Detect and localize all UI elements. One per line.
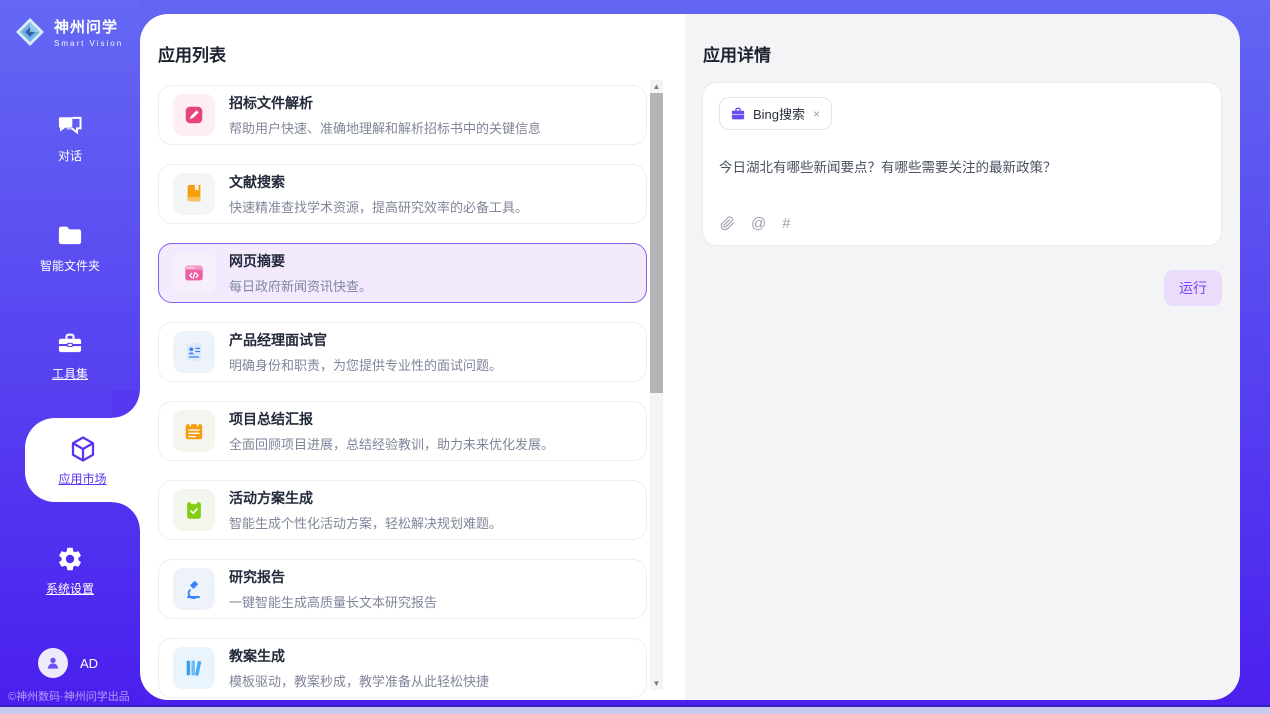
toolbox-icon xyxy=(56,330,84,358)
paperclip-icon[interactable] xyxy=(720,216,735,231)
card-desc: 每日政府新闻资讯快查。 xyxy=(229,276,372,295)
card-desc: 全面回顾项目进展，总结经验教训，助力未来优化发展。 xyxy=(229,434,554,453)
attachment-toolbar: @ # xyxy=(720,215,791,232)
avatar xyxy=(38,648,68,678)
card-desc: 帮助用户快速、准确地理解和解析招标书中的关键信息 xyxy=(229,118,541,137)
user-account[interactable]: AD xyxy=(38,648,98,678)
browser-code-icon xyxy=(173,252,215,294)
app-card-project-summary[interactable]: 项目总结汇报 全面回顾项目进展，总结经验教训，助力未来优化发展。 xyxy=(158,401,647,461)
sidebar-item-settings[interactable]: 系统设置 xyxy=(0,545,140,597)
app-tagline: Smart Vision xyxy=(54,39,123,48)
app-detail-title: 应用详情 xyxy=(685,14,1240,66)
pen-square-icon xyxy=(173,94,215,136)
at-mention-icon[interactable]: @ xyxy=(751,215,766,232)
app-card-pm-interviewer[interactable]: 产品经理面试官 明确身份和职责，为您提供专业性的面试问题。 xyxy=(158,322,647,382)
app-card-list: 招标文件解析 帮助用户快速、准确地理解和解析招标书中的关键信息 文献搜索 快速精… xyxy=(158,85,647,700)
card-title: 文献搜索 xyxy=(229,172,528,192)
card-title: 产品经理面试官 xyxy=(229,330,502,350)
app-card-web-summary[interactable]: 网页摘要 每日政府新闻资讯快查。 xyxy=(158,243,647,303)
bottom-bar xyxy=(0,707,1270,714)
sidebar: 神州问学 Smart Vision 对话 智能文件夹 xyxy=(0,0,140,714)
user-name: AD xyxy=(80,656,98,671)
card-title: 招标文件解析 xyxy=(229,93,541,113)
app-name: 神州问学 xyxy=(54,16,123,37)
app-card-research-report[interactable]: 研究报告 一键智能生成高质量长文本研究报告 xyxy=(158,559,647,619)
sidebar-item-label: 应用市场 xyxy=(58,470,106,487)
gear-icon xyxy=(56,545,84,573)
sidebar-item-toolset[interactable]: 工具集 xyxy=(0,330,140,382)
book-icon xyxy=(173,173,215,215)
app-card-bid-parse[interactable]: 招标文件解析 帮助用户快速、准确地理解和解析招标书中的关键信息 xyxy=(158,85,647,145)
sidebar-item-label: 对话 xyxy=(58,147,82,164)
briefcase-icon xyxy=(730,106,746,122)
card-desc: 模板驱动，教案秒成，教学准备从此轻松快捷 xyxy=(229,671,489,690)
card-desc: 智能生成个性化活动方案，轻松解决规划难题。 xyxy=(229,513,502,532)
hash-topic-icon[interactable]: # xyxy=(782,215,790,232)
tool-tag-label: Bing搜索 xyxy=(753,104,805,123)
prompt-input-card[interactable]: Bing搜索 × 今日湖北有哪些新闻要点？有哪些需要关注的最新政策？ @ # xyxy=(702,82,1222,246)
card-desc: 明确身份和职责，为您提供专业性的面试问题。 xyxy=(229,355,502,374)
app-logo: 神州问学 Smart Vision xyxy=(0,0,140,48)
sidebar-item-app-market[interactable]: 应用市场 xyxy=(25,418,140,502)
card-title: 项目总结汇报 xyxy=(229,409,554,429)
copyright-text: ©神州数码·神州问学出品 xyxy=(8,688,130,704)
sidebar-item-label: 工具集 xyxy=(52,365,88,382)
folder-icon xyxy=(56,222,84,250)
app-list-title: 应用列表 xyxy=(140,14,685,66)
tool-tag-bing-search[interactable]: Bing搜索 × xyxy=(719,97,832,130)
microscope-icon xyxy=(173,568,215,610)
main-container: 应用列表 招标文件解析 帮助用户快速、准确地理解和解析招标书中的关键信息 xyxy=(140,14,1240,700)
app-list-panel: 应用列表 招标文件解析 帮助用户快速、准确地理解和解析招标书中的关键信息 xyxy=(140,14,685,700)
card-title: 研究报告 xyxy=(229,567,437,587)
clipboard-check-icon xyxy=(173,489,215,531)
cube-icon xyxy=(68,434,98,464)
card-title: 活动方案生成 xyxy=(229,488,502,508)
resume-icon xyxy=(173,331,215,373)
logo-diamond-icon xyxy=(14,16,46,48)
list-scrollbar[interactable]: ▲ ▼ xyxy=(650,80,663,690)
sidebar-item-chat[interactable]: 对话 xyxy=(0,112,140,164)
app-card-event-plan[interactable]: 活动方案生成 智能生成个性化活动方案，轻松解决规划难题。 xyxy=(158,480,647,540)
scrollbar-down-arrow-icon[interactable]: ▼ xyxy=(650,677,663,690)
run-button[interactable]: 运行 xyxy=(1164,270,1222,306)
books-icon xyxy=(173,647,215,689)
sidebar-item-label: 系统设置 xyxy=(46,580,94,597)
card-title: 网页摘要 xyxy=(229,251,372,271)
sidebar-item-smart-folder[interactable]: 智能文件夹 xyxy=(0,222,140,274)
chat-icon xyxy=(56,112,84,140)
app-detail-panel: 应用详情 Bing搜索 × 今日湖北有哪些新闻要点？有哪些需要关注的最新政策？ xyxy=(685,14,1240,700)
sidebar-item-label: 智能文件夹 xyxy=(40,257,100,274)
card-desc: 快速精准查找学术资源，提高研究效率的必备工具。 xyxy=(229,197,528,216)
scrollbar-thumb[interactable] xyxy=(650,93,663,393)
app-card-lesson-plan[interactable]: 教案生成 模板驱动，教案秒成，教学准备从此轻松快捷 xyxy=(158,638,647,698)
card-desc: 一键智能生成高质量长文本研究报告 xyxy=(229,592,437,611)
card-title: 教案生成 xyxy=(229,646,489,666)
scrollbar-up-arrow-icon[interactable]: ▲ xyxy=(650,80,663,93)
prompt-text[interactable]: 今日湖北有哪些新闻要点？有哪些需要关注的最新政策？ xyxy=(719,156,1205,176)
tool-tag-remove-icon[interactable]: × xyxy=(812,107,821,121)
calendar-icon xyxy=(173,410,215,452)
app-card-literature-search[interactable]: 文献搜索 快速精准查找学术资源，提高研究效率的必备工具。 xyxy=(158,164,647,224)
